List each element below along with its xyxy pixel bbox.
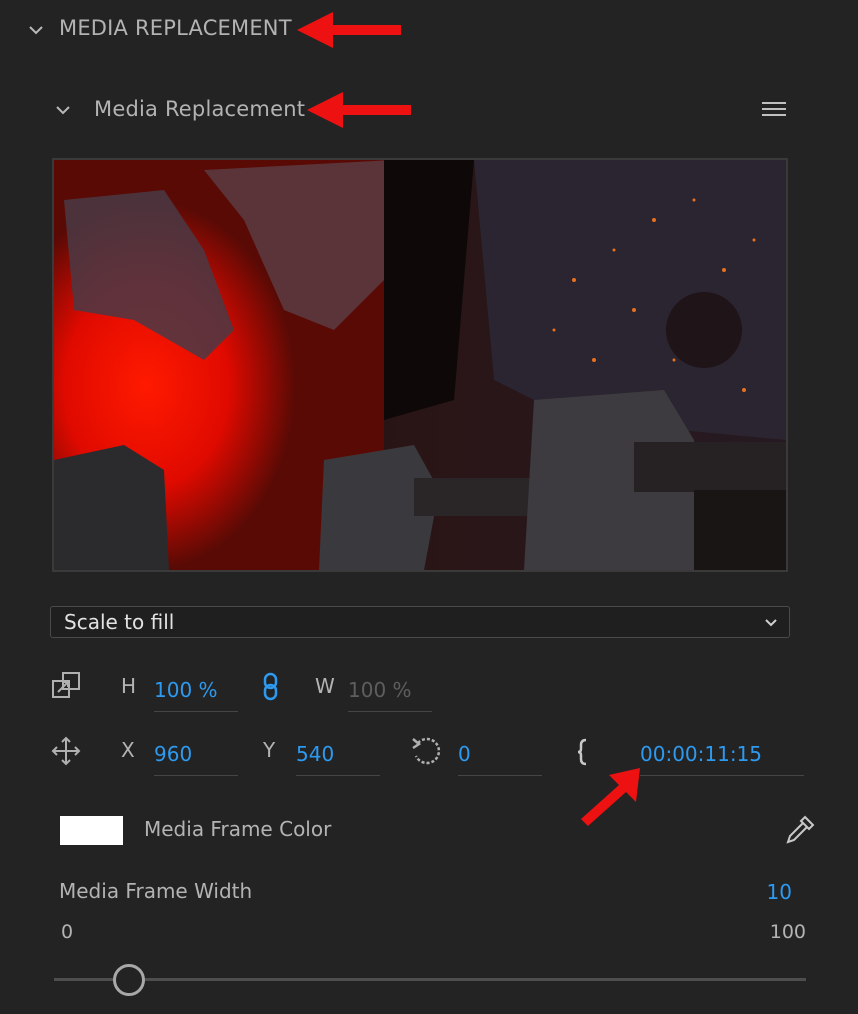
height-field[interactable]: 100 %: [154, 670, 238, 712]
x-label: X: [121, 738, 135, 762]
annotation-arrow: [297, 12, 401, 48]
height-label: H: [121, 674, 137, 698]
slider-min-label: 0: [61, 921, 74, 943]
media-preview[interactable]: [52, 158, 788, 572]
frame-width-label: Media Frame Width: [59, 879, 253, 903]
scale-dropdown[interactable]: Scale to fill: [50, 606, 790, 638]
frame-width-slider-thumb[interactable]: [113, 964, 146, 996]
scale-dropdown-value: Scale to fill: [64, 610, 175, 634]
width-field[interactable]: 100 %: [348, 670, 432, 712]
subsection-title: Media Replacement: [94, 97, 306, 121]
link-icon[interactable]: [261, 672, 281, 702]
y-label: Y: [263, 738, 276, 762]
scale-icon[interactable]: [52, 671, 82, 699]
hamburger-menu-icon[interactable]: [761, 100, 787, 120]
y-field[interactable]: 540: [296, 734, 380, 776]
bracket-icon[interactable]: [576, 738, 590, 766]
frame-color-swatch[interactable]: [60, 816, 123, 845]
x-field[interactable]: 960: [154, 734, 238, 776]
eyedropper-icon[interactable]: [784, 814, 816, 846]
forge-image: [54, 160, 786, 570]
width-label: W: [315, 674, 335, 698]
slider-max-label: 100: [769, 921, 806, 943]
annotation-arrow: [581, 768, 640, 826]
frame-color-label: Media Frame Color: [144, 817, 332, 841]
annotation-arrow: [307, 92, 411, 128]
rotate-icon[interactable]: [410, 734, 444, 768]
frame-width-slider-track[interactable]: [54, 978, 806, 981]
chevron-down-icon[interactable]: [28, 22, 44, 38]
section-title: MEDIA REPLACEMENT: [59, 16, 292, 40]
timecode-field[interactable]: 00:00:11:15: [640, 734, 804, 776]
move-icon[interactable]: [51, 736, 81, 766]
chevron-down-icon: [765, 619, 777, 627]
frame-width-value[interactable]: 10: [740, 880, 792, 904]
rotation-field[interactable]: 0: [458, 734, 542, 776]
chevron-down-icon[interactable]: [55, 102, 71, 118]
